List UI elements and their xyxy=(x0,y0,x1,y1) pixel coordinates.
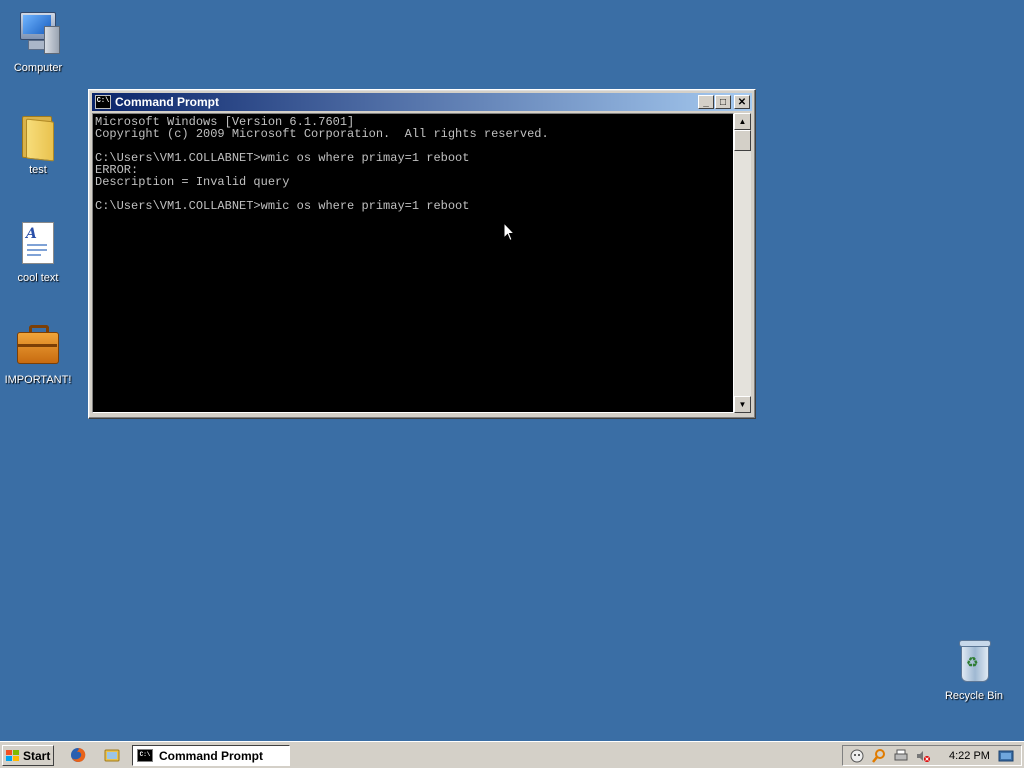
minimize-button[interactable]: _ xyxy=(698,95,714,109)
desktop-icon-label: test xyxy=(29,164,47,176)
show-desktop-icon[interactable] xyxy=(998,748,1014,764)
desktop-icon-label: Computer xyxy=(13,62,63,74)
desktop-icon-cool-text[interactable]: A cool text xyxy=(0,220,76,284)
console-line: Copyright (c) 2009 Microsoft Corporation… xyxy=(95,127,549,141)
scroll-thumb[interactable] xyxy=(734,130,751,151)
text-document-icon: A xyxy=(14,220,62,268)
firefox-icon[interactable] xyxy=(70,747,86,763)
start-label: Start xyxy=(23,748,51,763)
task-button-command-prompt[interactable]: C:\ Command Prompt xyxy=(132,745,290,766)
clock[interactable]: 4:22 PM xyxy=(949,750,990,762)
mouse-cursor-icon xyxy=(503,222,515,242)
command-prompt-window: C:\ Command Prompt _ □ ✕ Microsoft Windo… xyxy=(88,89,756,419)
network-monitor-icon[interactable] xyxy=(849,748,865,764)
console-line: C:\Users\VM1.COLLABNET>wmic os where pri… xyxy=(95,151,470,165)
system-tray: 4:22 PM xyxy=(842,745,1022,766)
printer-icon[interactable] xyxy=(893,748,909,764)
taskbar: Start C:\ Command Prompt 4:22 PM xyxy=(0,741,1024,768)
start-button[interactable]: Start xyxy=(2,745,54,766)
console-output[interactable]: Microsoft Windows [Version 6.1.7601] Cop… xyxy=(92,113,734,413)
recycle-bin-icon: ♻ xyxy=(950,638,998,686)
desktop-icon-important[interactable]: IMPORTANT! xyxy=(0,322,76,386)
windows-logo-icon xyxy=(6,749,20,762)
briefcase-icon xyxy=(14,322,62,370)
desktop-icon-test-folder[interactable]: test xyxy=(0,112,76,176)
command-prompt-icon: C:\ xyxy=(95,95,111,109)
window-titlebar[interactable]: C:\ Command Prompt _ □ ✕ xyxy=(92,93,752,111)
task-button-label: Command Prompt xyxy=(159,748,264,763)
close-button[interactable]: ✕ xyxy=(734,95,750,109)
desktop-icon-computer[interactable]: Computer xyxy=(0,10,76,74)
folder-icon xyxy=(14,112,62,162)
window-title: Command Prompt xyxy=(115,95,220,109)
scroll-up-button[interactable]: ▲ xyxy=(734,113,751,130)
file-explorer-icon[interactable] xyxy=(104,747,120,763)
search-tray-icon[interactable] xyxy=(871,748,887,764)
desktop-icon-label: IMPORTANT! xyxy=(4,374,72,386)
scroll-down-button[interactable]: ▼ xyxy=(734,396,751,413)
computer-icon xyxy=(14,10,62,58)
command-prompt-icon: C:\ xyxy=(137,749,153,762)
console-line: Description = Invalid query xyxy=(95,175,290,189)
volume-muted-icon[interactable] xyxy=(915,748,931,764)
console-input-line[interactable]: C:\Users\VM1.COLLABNET>wmic os where pri… xyxy=(95,200,733,212)
desktop-icon-label: cool text xyxy=(17,272,59,284)
vertical-scrollbar[interactable]: ▲ ▼ xyxy=(734,113,751,413)
maximize-button[interactable]: □ xyxy=(715,95,731,109)
desktop-icon-label: Recycle Bin xyxy=(944,690,1004,702)
desktop-icon-recycle-bin[interactable]: ♻ Recycle Bin xyxy=(936,638,1012,702)
